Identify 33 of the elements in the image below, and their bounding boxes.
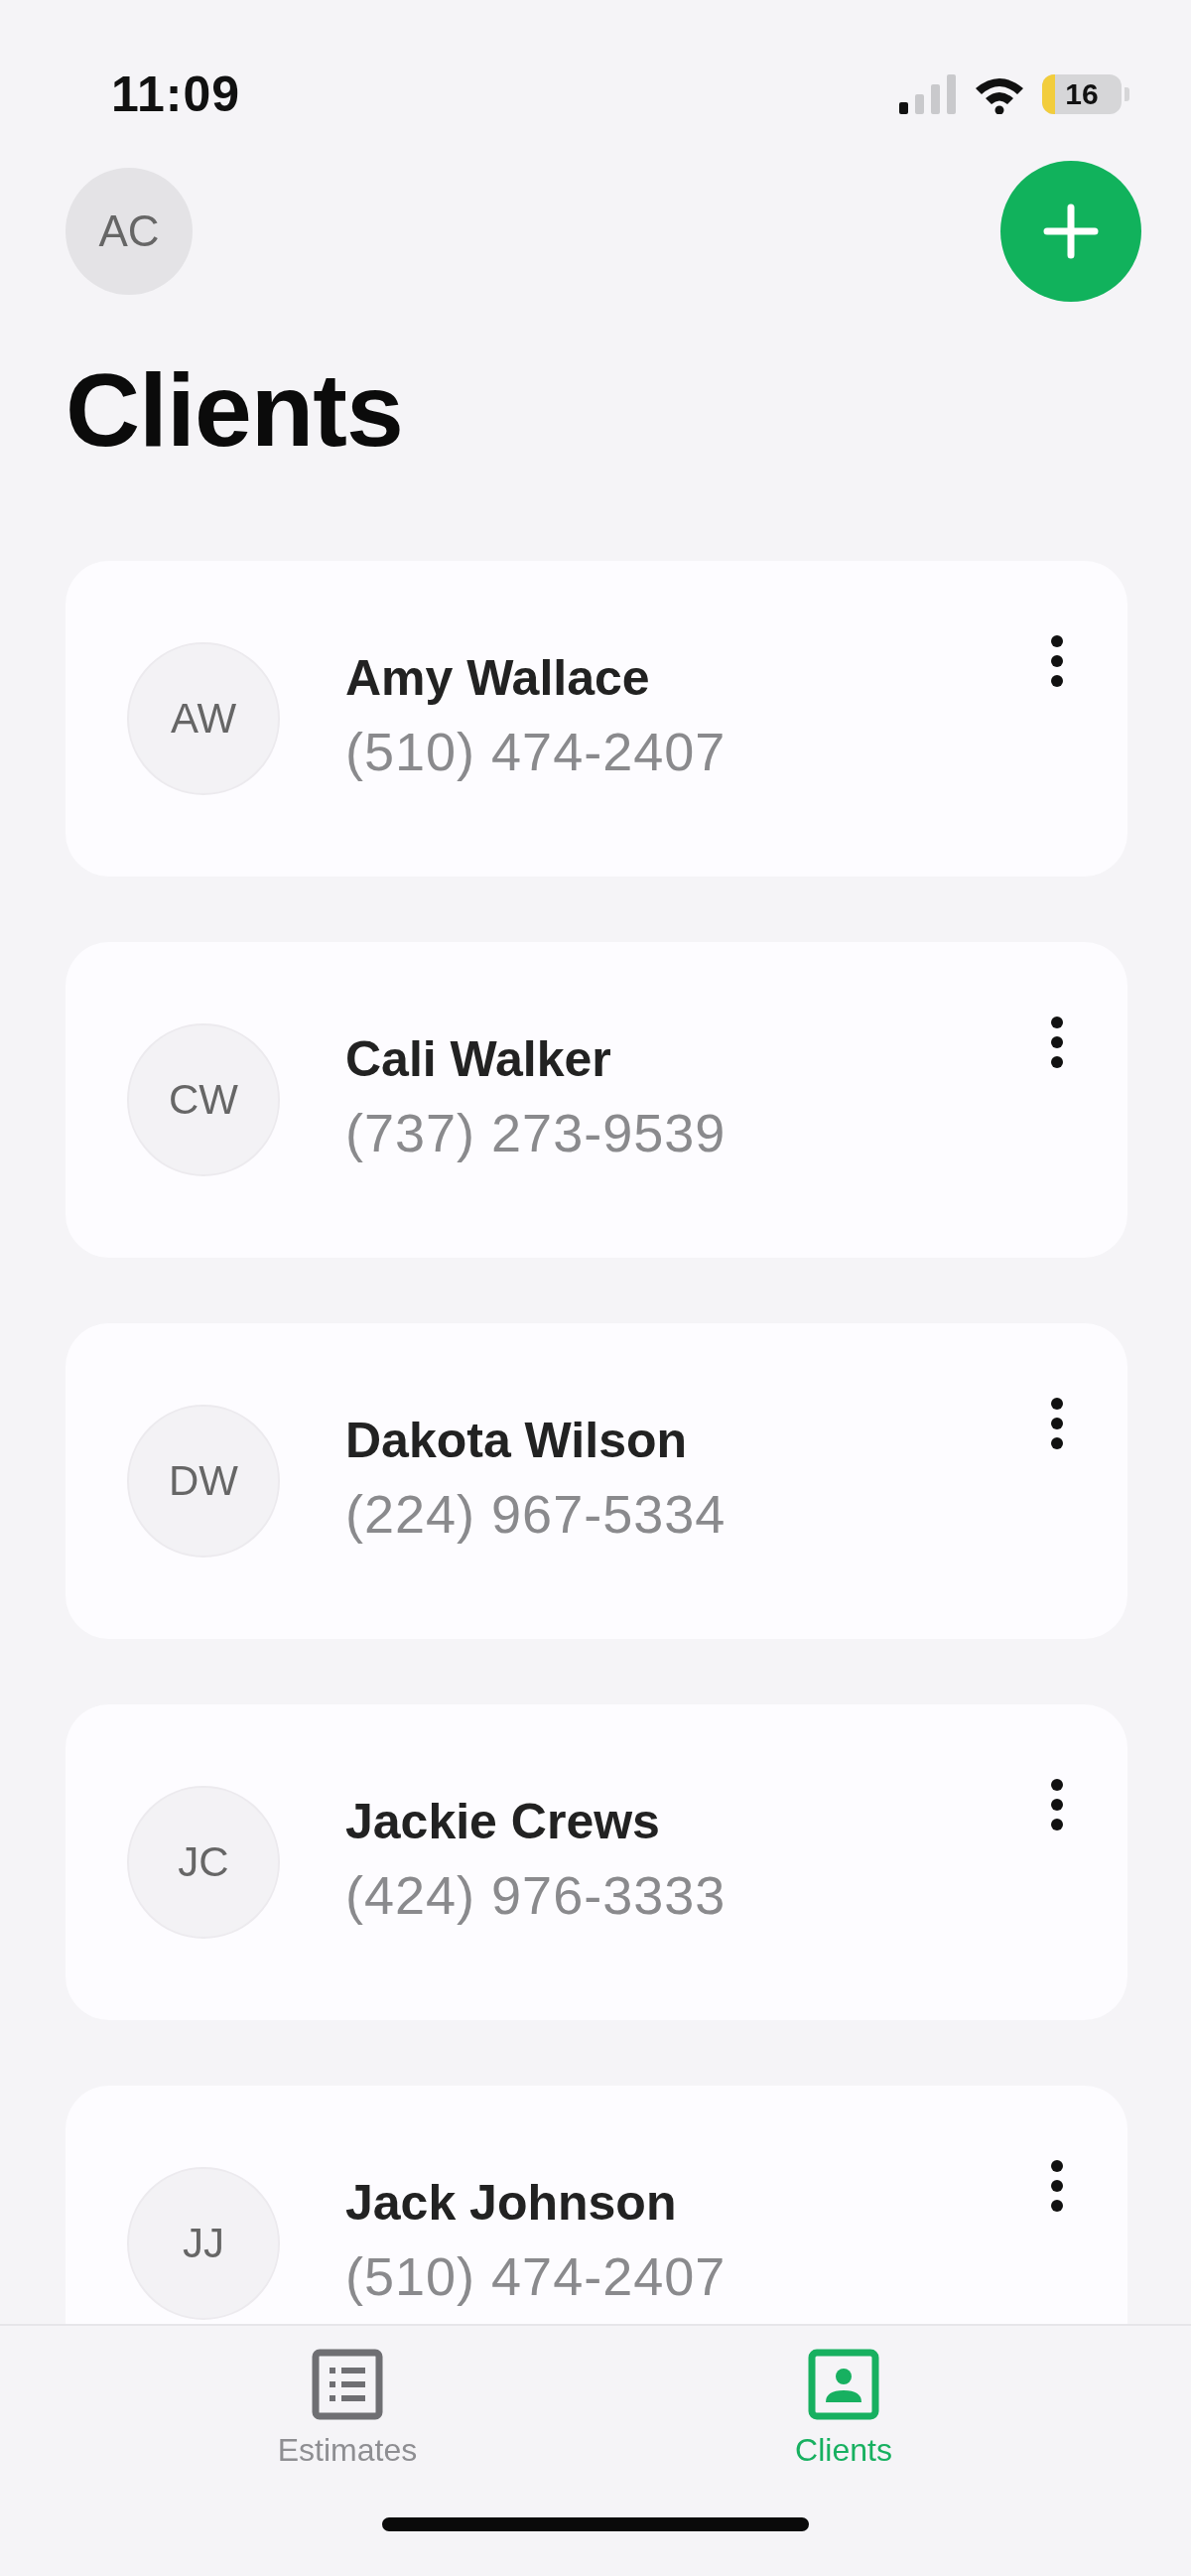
profile-avatar[interactable]: AC [66, 168, 193, 295]
client-card[interactable]: JC Jackie Crews (424) 976-3333 [66, 1704, 1127, 2021]
kebab-icon [1050, 1016, 1064, 1070]
client-name: Jackie Crews [345, 1793, 661, 1851]
client-avatar: AW [127, 642, 280, 796]
client-avatar: CW [127, 1023, 280, 1177]
plus-icon [1043, 203, 1099, 259]
signal-icon [899, 74, 957, 114]
client-card[interactable]: AW Amy Wallace (510) 474-2407 [66, 561, 1127, 878]
client-phone: (510) 474-2407 [345, 721, 727, 783]
client-avatar: JJ [127, 2167, 280, 2321]
kebab-icon [1050, 1778, 1064, 1832]
client-phone: (424) 976-3333 [345, 1864, 727, 1927]
client-phone: (510) 474-2407 [345, 2245, 727, 2308]
client-avatar: DW [127, 1405, 280, 1559]
kebab-icon [1050, 2159, 1064, 2214]
kebab-icon [1050, 1397, 1064, 1451]
battery-indicator: 16 [1042, 74, 1129, 114]
client-name: Jack Johnson [345, 2174, 678, 2233]
client-name: Cali Walker [345, 1030, 612, 1089]
page-title: Clients [66, 353, 404, 468]
client-card[interactable]: JJ Jack Johnson (510) 474-2407 [66, 2086, 1127, 2324]
kebab-icon [1050, 634, 1064, 689]
list-icon [312, 2349, 383, 2420]
status-time: 11:09 [111, 66, 241, 123]
client-card[interactable]: CW Cali Walker (737) 273-9539 [66, 942, 1127, 1259]
contact-icon [808, 2349, 879, 2420]
client-phone: (737) 273-9539 [345, 1102, 727, 1164]
client-card[interactable]: DW Dakota Wilson (224) 967-5334 [66, 1323, 1127, 1640]
client-name: Dakota Wilson [345, 1412, 689, 1470]
client-phone: (224) 967-5334 [345, 1483, 727, 1546]
client-avatar: JC [127, 1786, 280, 1940]
client-name: Amy Wallace [345, 649, 651, 708]
